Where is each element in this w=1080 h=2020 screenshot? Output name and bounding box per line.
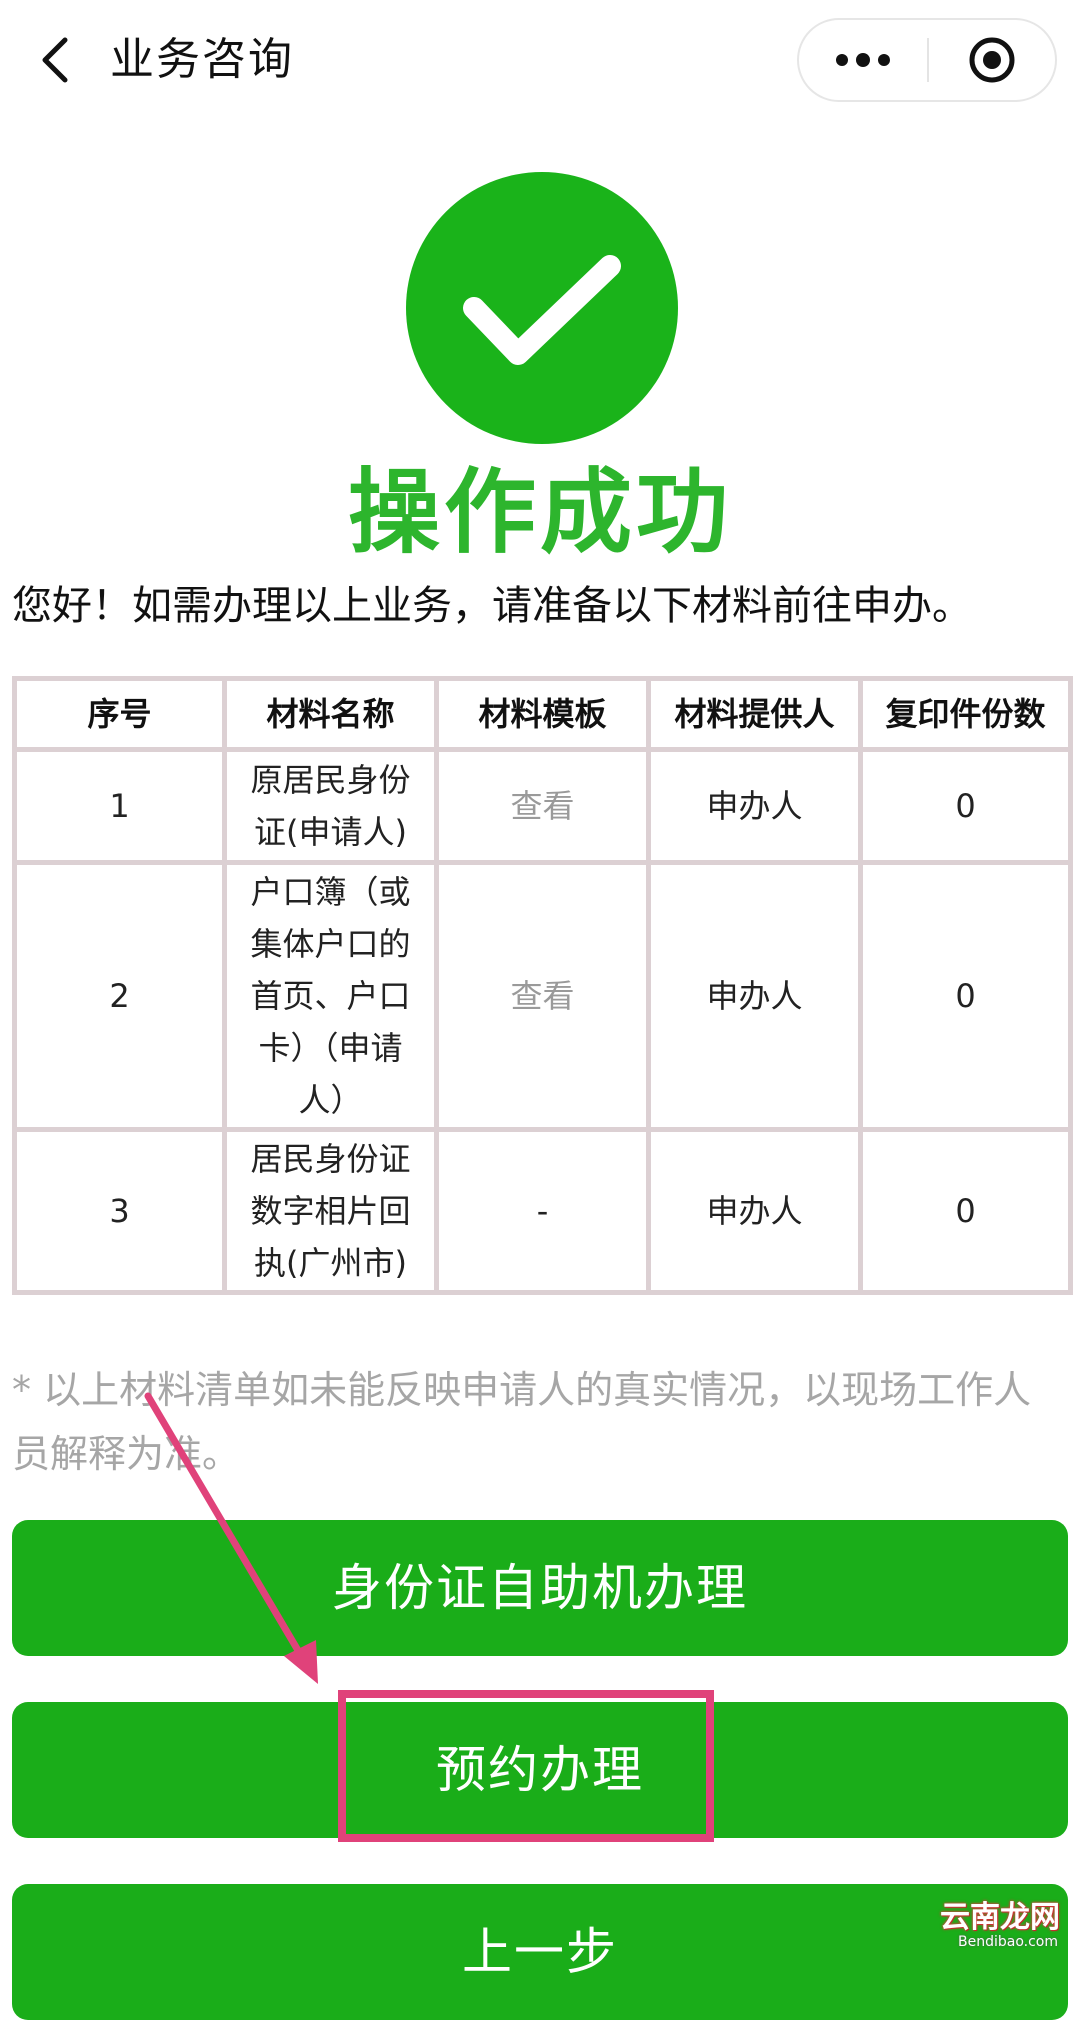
table-row: 1 原居民身份证(申请人) 查看 申办人 0 (12, 747, 1073, 865)
header-material-template: 材料模板 (434, 676, 651, 752)
cell-no: 3 (12, 1127, 227, 1295)
close-button[interactable] (929, 20, 1055, 100)
cell-copies: 0 (858, 747, 1073, 865)
more-button[interactable] (799, 20, 927, 100)
cell-no: 1 (12, 747, 227, 865)
header-material-name: 材料名称 (222, 676, 439, 752)
cell-copies: 0 (858, 860, 1073, 1132)
more-dots-icon (836, 53, 890, 67)
header-copies: 复印件份数 (858, 676, 1073, 752)
chevron-left-icon (42, 37, 68, 83)
cell-template: - (434, 1127, 651, 1295)
kiosk-handle-button[interactable]: 身份证自助机办理 (12, 1520, 1068, 1656)
navigation-bar: 业务咨询 (0, 0, 1080, 120)
cell-no: 2 (12, 860, 227, 1132)
cell-provider: 申办人 (646, 747, 863, 865)
cell-material-name: 户口簿（或集体户口的首页、户口卡）（申请人） (222, 860, 439, 1132)
view-template-link[interactable]: 查看 (510, 787, 574, 825)
table-row: 2 户口簿（或集体户口的首页、户口卡）（申请人） 查看 申办人 0 (12, 860, 1073, 1132)
view-template-link[interactable]: 查看 (510, 977, 574, 1015)
table-header-row: 序号 材料名称 材料模板 材料提供人 复印件份数 (12, 676, 1073, 752)
previous-step-button[interactable]: 上一步 (12, 1884, 1068, 2020)
cell-template: 查看 (434, 747, 651, 865)
checkmark-circle-icon (406, 172, 678, 444)
cell-material-name: 原居民身份证(申请人) (222, 747, 439, 865)
cell-template: 查看 (434, 860, 651, 1132)
mini-program-capsule (797, 18, 1057, 102)
page-title: 业务咨询 (110, 34, 294, 85)
header-provider: 材料提供人 (646, 676, 863, 752)
materials-table: 序号 材料名称 材料模板 材料提供人 复印件份数 1 原居民身份证(申请人) 查… (12, 676, 1073, 1295)
intro-text: 您好！如需办理以上业务，请准备以下材料前往申办。 (12, 583, 972, 629)
disclaimer-note: * 以上材料清单如未能反映申请人的真实情况，以现场工作人员解释为准。 (12, 1368, 1032, 1476)
target-close-icon (969, 37, 1015, 83)
header-no: 序号 (12, 676, 227, 752)
table-row: 3 居民身份证数字相片回执(广州市) - 申办人 0 (12, 1127, 1073, 1295)
appointment-button[interactable]: 预约办理 (12, 1702, 1068, 1838)
back-button[interactable] (28, 26, 80, 94)
success-title: 操作成功 (347, 459, 732, 566)
cell-copies: 0 (858, 1127, 1073, 1295)
cell-provider: 申办人 (646, 1127, 863, 1295)
cell-material-name: 居民身份证数字相片回执(广州市) (222, 1127, 439, 1295)
cell-provider: 申办人 (646, 860, 863, 1132)
